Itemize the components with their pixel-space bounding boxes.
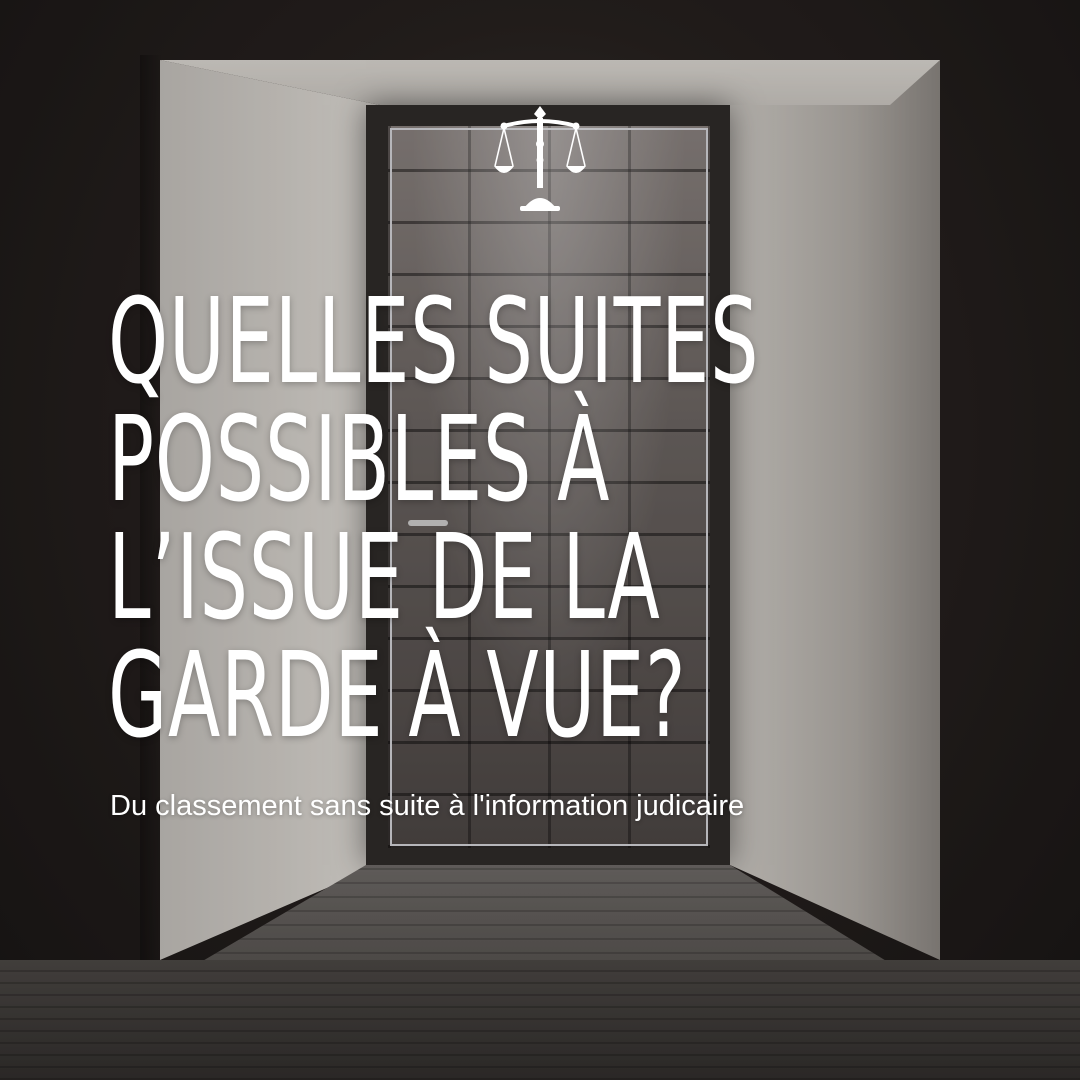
subtitle: Du classement sans suite à l'information… [110,790,745,822]
headline: QUELLES SUITES POSSIBLES À L’ISSUE DE LA… [108,272,760,764]
headline-line-2: POSSIBLES À [108,390,611,528]
headline-line-3: L’ISSUE DE LA [108,508,661,646]
headline-line-4: GARDE À VUE? [108,626,687,764]
post-image: QUELLES SUITES POSSIBLES À L’ISSUE DE LA… [0,0,1080,1080]
headline-line-1: QUELLES SUITES [108,272,760,410]
scales-of-justice-icon [494,106,586,211]
